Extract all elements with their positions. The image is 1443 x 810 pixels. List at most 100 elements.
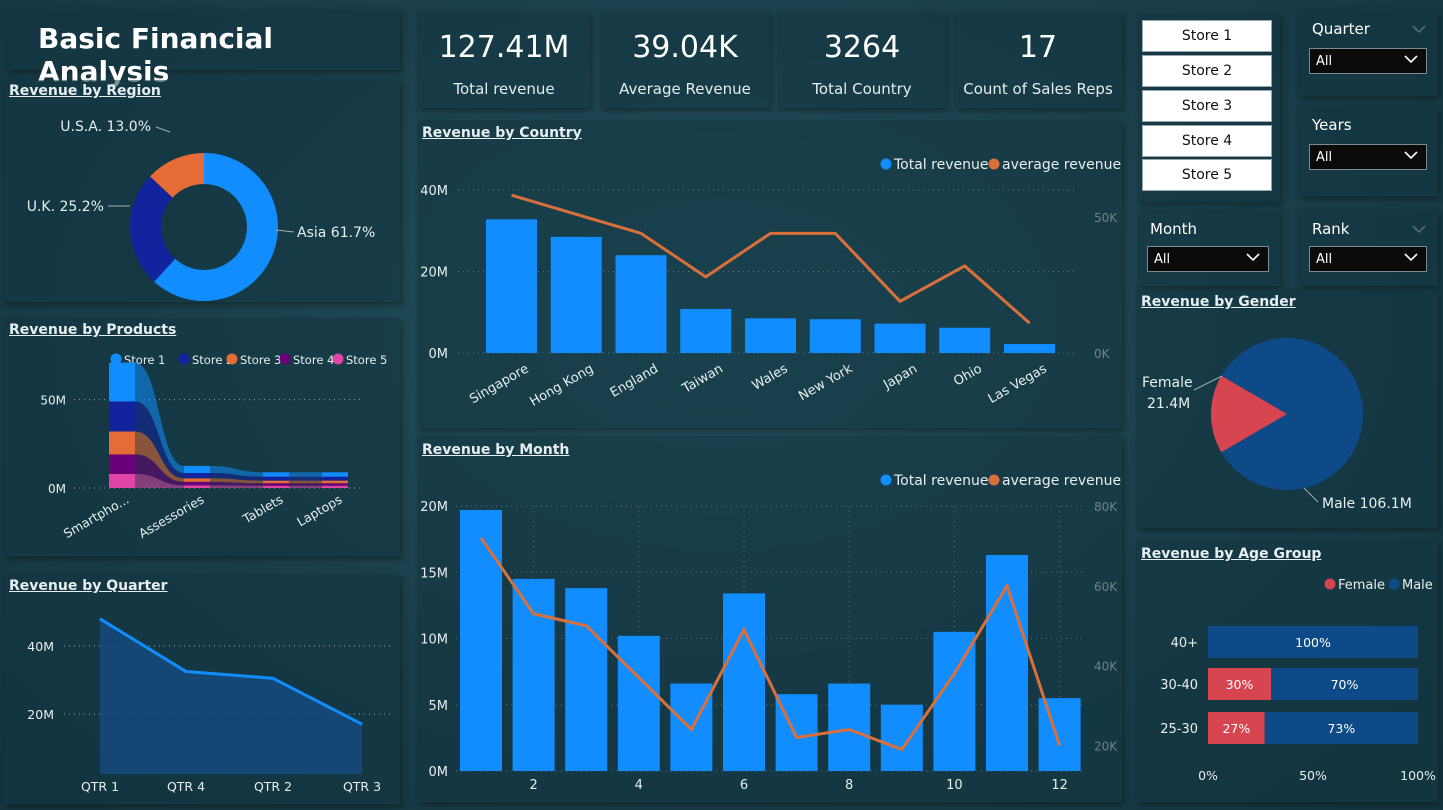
legend-total-revenue-swatch [880, 474, 892, 486]
gender-pie-chart: Female 21.4M Male 106.1M [1142, 338, 1412, 512]
x-tick-label: 10 [946, 778, 963, 793]
data-label-usa: U.S.A. 13.0% [60, 119, 151, 135]
legend-store-5-swatch [332, 353, 344, 365]
quarter-area-chart: 20M 40M QTR 1 QTR 4 QTR 2 QTR 3 [27, 617, 392, 794]
ribbon-segment [263, 483, 289, 486]
data-label-asia: Asia 61.7% [297, 225, 375, 241]
bar-wales [745, 318, 796, 353]
x-tick-label: 4 [635, 778, 643, 793]
kpi-value: 17 [1018, 30, 1058, 65]
kpi-total-country: 3264 Total Country [778, 12, 946, 108]
y-tick-label: 10M [420, 633, 448, 648]
title-panel: Basic Financial Analysis [6, 10, 400, 88]
store-2-button[interactable]: Store 2 [1142, 55, 1272, 87]
quarter-slicer: Quarter All [1298, 10, 1438, 96]
chevron-down-icon [1404, 55, 1418, 64]
ribbon-segment [263, 480, 289, 484]
quarter-dropdown-value: All [1316, 53, 1333, 69]
ribbon-segment [322, 483, 348, 486]
years-slicer: Years All [1298, 106, 1438, 196]
products-ribbon-chart: Store 1 Store 2 Store 3 Store 4 Store 50M50M… [40, 353, 387, 541]
data-label-male: Male 106.1M [1322, 496, 1412, 512]
gender-panel: Revenue by Gender Female 21.4M Male 106.1M [1136, 290, 1438, 528]
x-tick-label: 2 [529, 778, 537, 793]
page-title: Basic Financial Analysis [38, 22, 274, 88]
bar-month-1 [460, 509, 502, 771]
ribbon-band [289, 485, 322, 488]
month-slicer-title: Month [1150, 220, 1198, 238]
store-slicer: Store 1 Store 2 Store 3 Store 4 Store 5 [1138, 14, 1280, 202]
legend-total-revenue-label: Total revenue [893, 157, 988, 173]
years-slicer-title: Years [1312, 116, 1352, 134]
ribbon-segment [184, 478, 210, 482]
y-tick-label: 0M [48, 482, 66, 496]
kpi-value: 39.04K [632, 30, 738, 65]
country-combo-chart: Total revenue average revenue 0M 20M 40M 0K 50… [420, 157, 1121, 410]
bar-month-9 [880, 704, 923, 771]
month-dropdown-value: All [1154, 251, 1171, 267]
chevron-down-icon [1404, 151, 1418, 160]
legend-store-3-swatch [226, 353, 238, 365]
years-dropdown-value: All [1316, 149, 1333, 165]
y-tick-label: 40M [420, 184, 448, 199]
legend-average-revenue-swatch [988, 474, 1000, 486]
kpi-sales-reps: 17 Count of Sales Reps [954, 12, 1122, 108]
y-tick-label: 0M [429, 765, 449, 780]
age-panel: Revenue by Age Group Female Male 40+ 100% 30… [1136, 540, 1438, 802]
y-tick-label: 5M [429, 699, 449, 714]
ribbon-segment [109, 362, 135, 402]
rank-dropdown[interactable]: All [1309, 246, 1427, 272]
ribbon-segment [322, 476, 348, 481]
bar-hong-kong [550, 236, 602, 353]
bar-month-10 [933, 631, 976, 771]
legend-average-revenue-swatch [988, 158, 1000, 170]
x-tick-label: New York [796, 361, 855, 404]
data-label: 73% [1327, 721, 1355, 736]
y-tick-label: 20M [420, 266, 448, 281]
x-tick-label: Las Vegas [986, 361, 1050, 407]
month-dropdown[interactable]: All [1147, 246, 1269, 272]
ribbon-band [289, 472, 322, 477]
leader-line [275, 229, 295, 233]
legend-female-label: Female [1338, 578, 1385, 593]
kpi-average-revenue: 39.04K Average Revenue [600, 12, 770, 108]
y2-tick-label: 20K [1094, 739, 1118, 753]
ribbon-segment [109, 473, 135, 488]
x-tick-label: 100% [1400, 768, 1436, 783]
store-4-button[interactable]: Store 4 [1142, 125, 1272, 157]
y-tick-label: 20M [27, 707, 54, 722]
data-label: 70% [1331, 677, 1359, 692]
store-3-button[interactable]: Store 3 [1142, 90, 1272, 122]
x-tick-label: Tablets [239, 492, 285, 527]
ribbon-segment [109, 431, 135, 455]
y2-tick-label: 40K [1094, 660, 1118, 674]
legend-store-5-label: Store 5 [346, 353, 387, 367]
legend-store-4-swatch [279, 353, 291, 365]
ribbon-segment [184, 485, 210, 488]
ribbon-segment [184, 481, 210, 486]
store-1-button[interactable]: Store 1 [1142, 20, 1272, 52]
quarter-slicer-title: Quarter [1312, 20, 1370, 38]
kpi-label: Average Revenue [619, 80, 751, 98]
store-5-button[interactable]: Store 5 [1142, 159, 1272, 191]
quarter-dropdown[interactable]: All [1309, 48, 1427, 74]
x-tick-label: Ohio [951, 361, 985, 389]
chevron-down-icon [1412, 225, 1426, 233]
bar-month-8 [828, 683, 871, 771]
bar-singapore [486, 219, 537, 353]
x-tick-label: 0% [1198, 768, 1218, 783]
age-stacked-bar-chart: Female Male 40+ 100% 30-40 30% 70% 25-30 27% 73% 0… [1160, 578, 1436, 783]
leader-line [1303, 487, 1319, 503]
y-tick-label: 50M [40, 394, 66, 408]
data-label-female-value: 21.4M [1147, 396, 1190, 412]
bar-japan [874, 323, 926, 353]
region-donut-chart: Asia 61.7% U.K. 25.2% U.S.A. 13.0% [27, 119, 375, 301]
data-label-uk: U.K. 25.2% [27, 199, 104, 215]
x-tick-label: QTR 3 [343, 779, 381, 794]
bar-england [615, 255, 667, 353]
legend-total-revenue-swatch [880, 158, 892, 170]
years-dropdown[interactable]: All [1309, 144, 1427, 170]
chevron-down-icon [1412, 25, 1426, 33]
y-tick-label: 20M [420, 500, 448, 515]
ribbon-band [289, 480, 322, 484]
